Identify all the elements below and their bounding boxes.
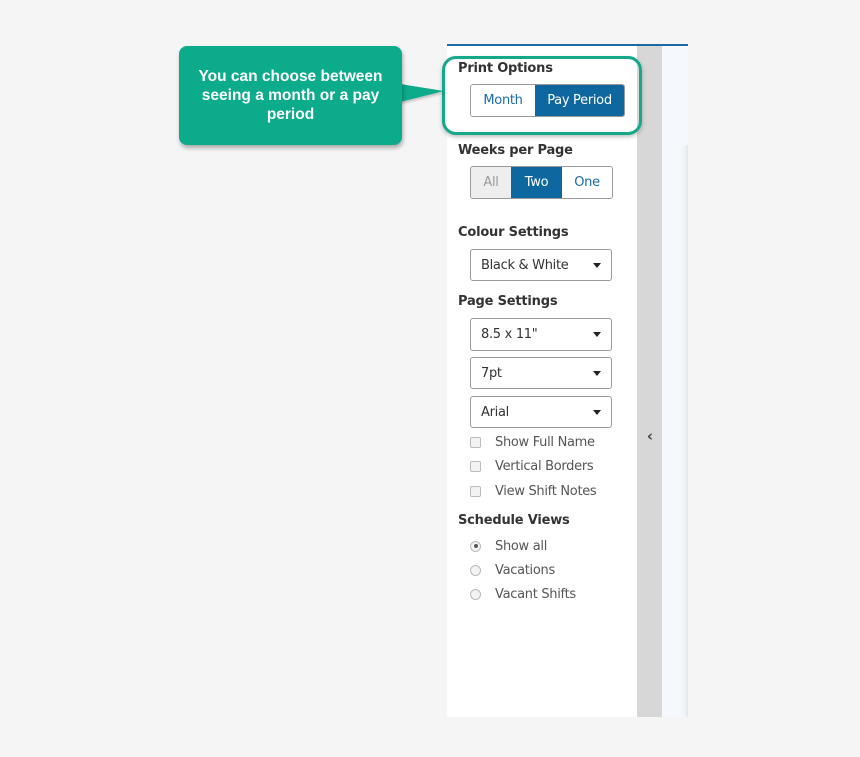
sidebar-collapse-strip[interactable] [637,46,662,717]
weeks-per-page-label: Weeks per Page [458,143,573,158]
vertical-borders-label: Vertical Borders [495,458,594,474]
caret-down-icon [593,370,601,376]
month-button[interactable]: Month [471,85,535,116]
view-shift-notes-label: View Shift Notes [495,483,597,499]
weeks-one-button[interactable]: One [562,167,612,198]
vertical-borders-checkbox[interactable]: Vertical Borders [470,457,594,475]
preview-area [662,46,688,717]
vacations-radio[interactable]: Vacations [470,561,555,579]
radio-selected-icon[interactable] [470,540,481,552]
show-full-name-checkbox[interactable]: Show Full Name [470,433,595,451]
vacant-shifts-label: Vacant Shifts [495,586,576,602]
paper-size-select[interactable]: 8.5 x 11" [470,318,612,351]
checkbox-icon[interactable] [470,436,481,448]
font-family-select[interactable]: Arial [470,396,612,428]
page-settings-label: Page Settings [458,294,558,309]
weeks-per-page-toggle: All Two One [470,166,613,199]
pay-period-button[interactable]: Pay Period [535,85,624,116]
radio-icon[interactable] [470,564,481,576]
vacant-shifts-radio[interactable]: Vacant Shifts [470,585,576,603]
show-all-label: Show all [495,538,547,554]
callout-text: You can choose between seeing a month or… [198,68,383,123]
chevron-left-icon[interactable]: ‹ [643,428,657,444]
annotation-callout: You can choose between seeing a month or… [179,46,402,145]
colour-select-value: Black & White [481,257,569,273]
preview-card-edge [686,145,688,717]
show-all-radio[interactable]: Show all [470,537,547,555]
caret-down-icon [593,262,601,268]
callout-pointer [400,84,444,102]
checkbox-icon[interactable] [470,485,481,497]
radio-icon[interactable] [470,588,481,600]
print-options-label: Print Options [458,61,553,76]
caret-down-icon [593,332,601,337]
view-shift-notes-checkbox[interactable]: View Shift Notes [470,482,597,500]
vacations-label: Vacations [495,562,555,578]
paper-size-value: 8.5 x 11" [481,327,538,342]
schedule-views-label: Schedule Views [458,513,570,528]
weeks-two-button[interactable]: Two [511,167,562,198]
font-size-value: 7pt [481,365,502,381]
caret-down-icon [593,409,601,415]
print-options-toggle: Month Pay Period [470,84,625,117]
font-family-value: Arial [481,404,509,420]
weeks-all-button[interactable]: All [471,167,511,198]
colour-select[interactable]: Black & White [470,249,612,281]
font-size-select[interactable]: 7pt [470,357,612,389]
checkbox-icon[interactable] [470,460,481,472]
colour-settings-label: Colour Settings [458,225,569,240]
show-full-name-label: Show Full Name [495,434,595,450]
